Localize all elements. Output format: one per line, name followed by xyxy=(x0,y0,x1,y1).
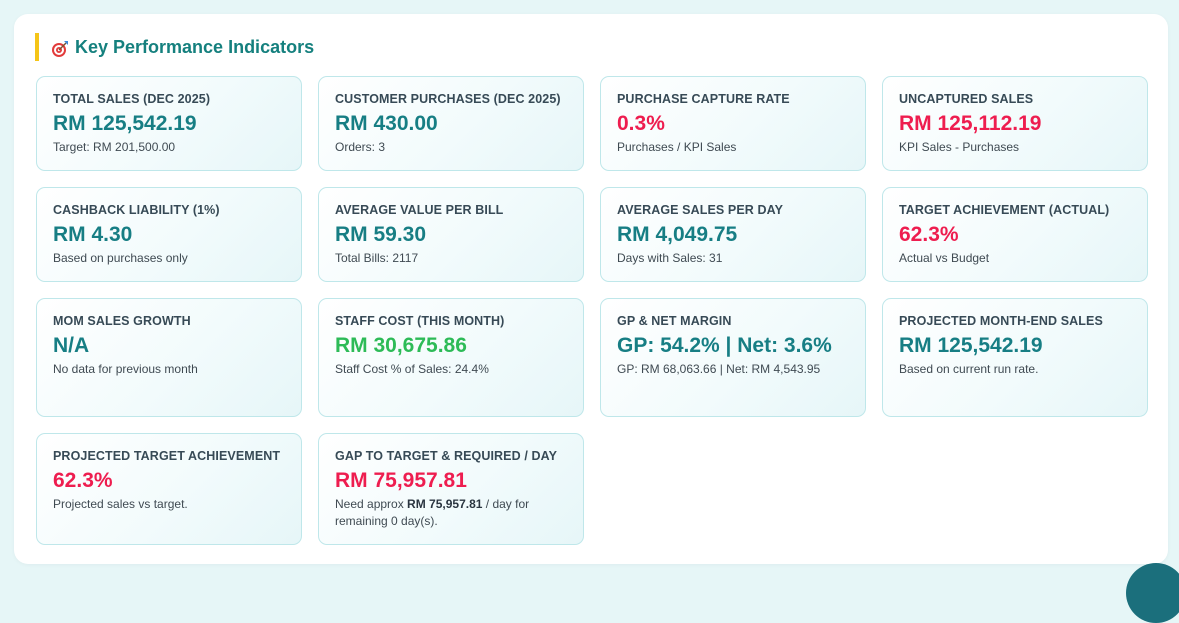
kpi-value: RM 75,957.81 xyxy=(335,469,467,492)
kpi-subtext: Actual vs Budget xyxy=(899,251,990,265)
kpi-card: MOM SALES GROWTH N/A No data for previous … xyxy=(36,298,302,417)
kpi-card: STAFF COST (THIS MONTH) RM 30,675.86 Staff… xyxy=(318,298,584,417)
kpi-subtext: Projected sales vs target. xyxy=(53,497,188,511)
kpi-label: GP & NET MARGIN xyxy=(617,314,732,328)
kpi-value: 0.3% xyxy=(617,112,665,135)
section-header: Key Performance Indicators xyxy=(35,33,314,61)
kpi-subtext: Total Bills: 2117 xyxy=(335,251,419,265)
kpi-label: MOM SALES GROWTH xyxy=(53,314,191,328)
kpi-subtext: Staff Cost % of Sales: 24.4% xyxy=(335,362,489,376)
kpi-card: TARGET ACHIEVEMENT (ACTUAL) 62.3% Actual v… xyxy=(882,187,1148,282)
kpi-subtext: KPI Sales - Purchases xyxy=(899,140,1020,154)
kpi-label: CUSTOMER PURCHASES (DEC 2025) xyxy=(335,92,561,106)
kpi-label: GAP TO TARGET & REQUIRED / DAY xyxy=(335,449,558,463)
kpi-value: RM 30,675.86 xyxy=(335,334,467,357)
kpi-panel: Key Performance Indicators TOTAL SALES (… xyxy=(14,14,1168,564)
kpi-value: RM 125,542.19 xyxy=(53,112,197,135)
kpi-card: GP & NET MARGIN GP: 54.2% | Net: 3.6% GP: … xyxy=(600,298,866,417)
kpi-label: TOTAL SALES (DEC 2025) xyxy=(53,92,211,106)
kpi-value: RM 4,049.75 xyxy=(617,223,738,246)
kpi-value: RM 125,542.19 xyxy=(899,334,1043,357)
kpi-value: 62.3% xyxy=(53,469,113,492)
kpi-subtext: Target: RM 201,500.00 xyxy=(53,140,176,154)
kpi-label: AVERAGE VALUE PER BILL xyxy=(335,203,504,217)
kpi-subtext: Based on purchases only xyxy=(53,251,188,265)
kpi-card: AVERAGE SALES PER DAY RM 4,049.75 Days wit… xyxy=(600,187,866,282)
kpi-value: RM 125,112.19 xyxy=(899,112,1042,135)
kpi-value: GP: 54.2% | Net: 3.6% xyxy=(617,334,832,357)
kpi-label: AVERAGE SALES PER DAY xyxy=(617,203,784,217)
floating-action-button[interactable] xyxy=(1126,563,1179,623)
kpi-card: CUSTOMER PURCHASES (DEC 2025) RM 430.00 Or… xyxy=(318,76,584,171)
kpi-subtext: GP: RM 68,063.66 | Net: RM 4,543.95 xyxy=(617,362,821,376)
kpi-subtext-amount: RM 75,957.81 xyxy=(407,497,483,511)
kpi-value: 62.3% xyxy=(899,223,959,246)
kpi-subtext: Orders: 3 xyxy=(335,140,386,154)
kpi-value: RM 59.30 xyxy=(335,223,427,246)
kpi-label: CASHBACK LIABILITY (1%) xyxy=(53,203,220,217)
kpi-value: RM 430.00 xyxy=(335,112,438,135)
kpi-label: PURCHASE CAPTURE RATE xyxy=(617,92,790,106)
kpi-label: STAFF COST (THIS MONTH) xyxy=(335,314,505,328)
kpi-value: N/A xyxy=(53,334,90,357)
kpi-label: TARGET ACHIEVEMENT (ACTUAL) xyxy=(899,203,1110,217)
kpi-card: AVERAGE VALUE PER BILL RM 59.30 Total Bill… xyxy=(318,187,584,282)
kpi-card: PROJECTED MONTH-END SALES RM 125,542.19 Ba… xyxy=(882,298,1148,417)
kpi-label: PROJECTED TARGET ACHIEVEMENT xyxy=(53,449,281,463)
kpi-card: CASHBACK LIABILITY (1%) RM 4.30 Based on p… xyxy=(36,187,302,282)
kpi-value: RM 4.30 xyxy=(53,223,133,246)
kpi-card: GAP TO TARGET & REQUIRED / DAY RM 75,957.… xyxy=(318,433,584,545)
kpi-card: UNCAPTURED SALES RM 125,112.19 KPI Sales -… xyxy=(882,76,1148,171)
kpi-card: PURCHASE CAPTURE RATE 0.3% Purchases / KPI… xyxy=(600,76,866,171)
kpi-subtext: Need approx RM 75,957.81 / day for remai… xyxy=(335,496,567,530)
kpi-label: UNCAPTURED SALES xyxy=(899,92,1034,106)
target-icon xyxy=(51,40,69,58)
kpi-subtext-prefix: Need approx xyxy=(335,497,408,511)
section-title: Key Performance Indicators xyxy=(75,36,315,57)
kpi-subtext: Based on current run rate. xyxy=(899,362,1039,376)
kpi-grid: TOTAL SALES (DEC 2025) RM 125,542.19 Targe… xyxy=(36,76,1148,545)
kpi-label: PROJECTED MONTH-END SALES xyxy=(899,314,1103,328)
kpi-card: TOTAL SALES (DEC 2025) RM 125,542.19 Targe… xyxy=(36,76,302,171)
kpi-subtext: Days with Sales: 31 xyxy=(617,251,723,265)
kpi-subtext: Purchases / KPI Sales xyxy=(617,140,737,154)
kpi-card: PROJECTED TARGET ACHIEVEMENT 62.3% Project… xyxy=(36,433,302,545)
kpi-subtext: No data for previous month xyxy=(53,362,198,376)
